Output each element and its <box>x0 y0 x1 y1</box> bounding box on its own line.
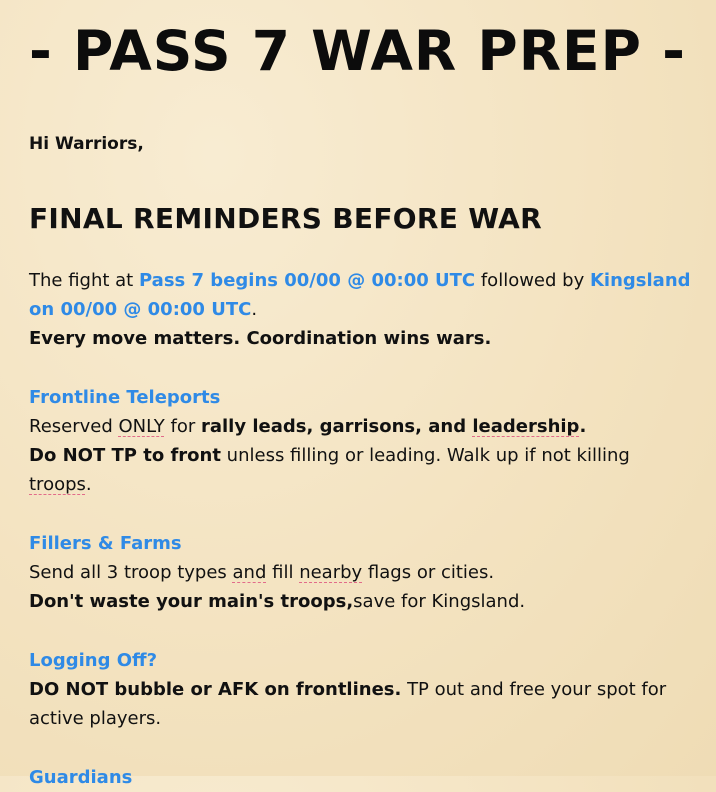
guardians-heading: Guardians <box>29 767 133 788</box>
intro-text-1: The fight at <box>29 270 139 291</box>
fillers-heading: Fillers & Farms <box>29 533 182 554</box>
frontline-text: unless filling or leading. Walk up if no… <box>220 445 630 466</box>
and-word: and <box>232 562 267 583</box>
frontline-section: Frontline Teleports Reserved ONLY for ra… <box>29 383 692 499</box>
frontline-text: for <box>164 416 201 437</box>
guardians-section: Guardians <box>29 763 692 792</box>
fillers-text: Send all 3 troop types <box>29 562 233 583</box>
fillers-section: Fillers & Farms Send all 3 troop types a… <box>29 529 692 616</box>
leadership: leadership <box>472 416 580 437</box>
document-page: - PASS 7 WAR PREP - Hi Warriors, FINAL R… <box>0 0 716 788</box>
period: . <box>579 416 587 437</box>
no-tp-warning: Do NOT TP to front <box>29 445 221 466</box>
fillers-text: save for Kingsland. <box>353 591 526 612</box>
rally-leads: rally leads <box>200 416 307 437</box>
troops-warning: Don't waste your main's troops, <box>29 591 354 612</box>
greeting: Hi Warriors, <box>29 134 144 154</box>
nearby-word: nearby <box>299 562 363 583</box>
section-heading: FINAL REMINDERS BEFORE WAR <box>29 202 542 235</box>
intro-line-2: Every move matters. Coordination wins wa… <box>29 328 492 349</box>
intro-paragraph: The fight at Pass 7 begins 00/00 @ 00:00… <box>29 266 692 353</box>
frontline-line-1: Reserved ONLY for rally leads, garrisons… <box>29 412 692 441</box>
frontline-heading: Frontline Teleports <box>29 387 221 408</box>
logging-section: Logging Off? DO NOT bubble or AFK on fro… <box>29 646 692 733</box>
frontline-line-2: Do NOT TP to front unless filling or lea… <box>29 441 692 499</box>
garrisons: , garrisons, and <box>306 416 473 437</box>
logging-line-1: DO NOT bubble or AFK on frontlines. TP o… <box>29 675 692 733</box>
afk-warning: DO NOT bubble or AFK on frontlines. <box>29 679 402 700</box>
frontline-only: ONLY <box>118 416 165 437</box>
troops-word: troops <box>29 474 86 495</box>
intro-text-3: . <box>251 299 258 320</box>
frontline-reserved-list: rally leads, garrisons, and leadership. <box>201 416 586 437</box>
intro-line-1: The fight at Pass 7 begins 00/00 @ 00:00… <box>29 266 692 324</box>
intro-text-2: followed by <box>475 270 590 291</box>
fillers-text: fill <box>266 562 300 583</box>
frontline-text: Reserved <box>29 416 119 437</box>
fillers-line-1: Send all 3 troop types and fill nearby f… <box>29 558 692 587</box>
period: . <box>85 474 92 495</box>
fillers-line-2: Don't waste your main's troops,save for … <box>29 587 692 616</box>
pass-7-schedule: Pass 7 begins 00/00 @ 00:00 UTC <box>138 270 476 291</box>
fillers-text: flags or cities. <box>362 562 495 583</box>
page-title: - PASS 7 WAR PREP - <box>29 19 686 83</box>
logging-heading: Logging Off? <box>29 650 158 671</box>
